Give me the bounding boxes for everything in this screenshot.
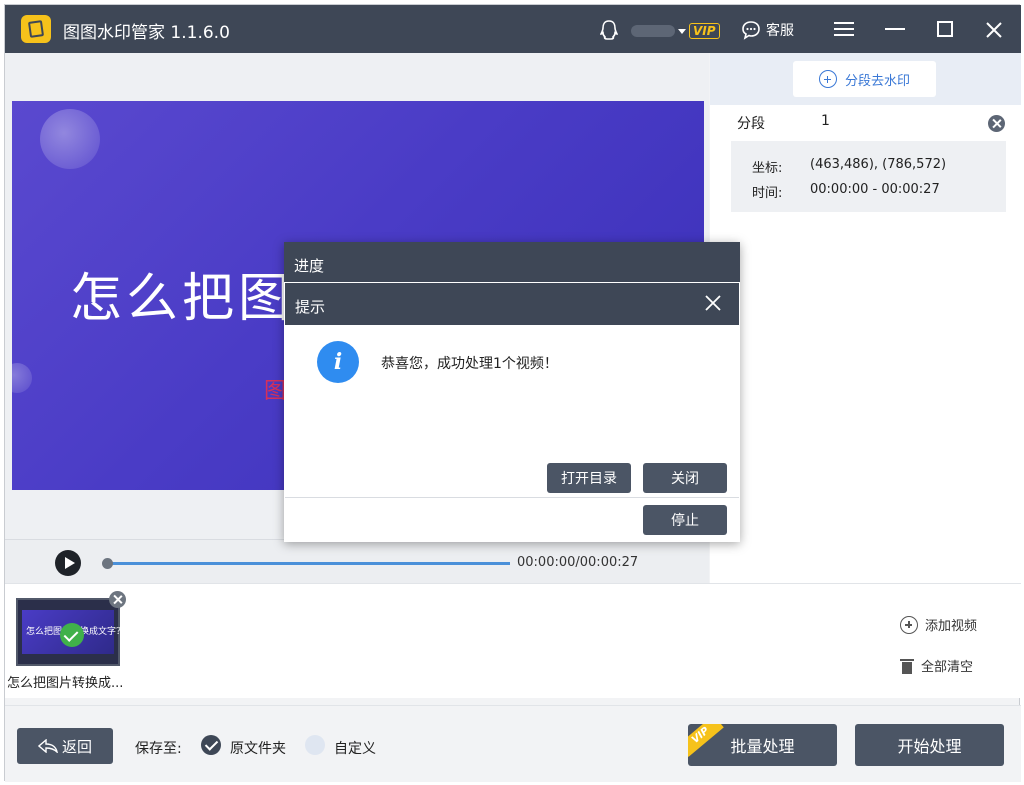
- info-icon: i: [317, 341, 359, 383]
- player-controls: 00:00:00/00:00:27: [5, 539, 709, 585]
- add-video-label: 添加视频: [925, 619, 978, 634]
- coord-value: (463,486), (786,572): [810, 157, 947, 172]
- trash-icon: [900, 658, 914, 674]
- customer-service-button[interactable]: 客服: [741, 19, 794, 41]
- segment-panel-header: 分段去水印: [710, 53, 1021, 105]
- back-arrow-icon: [37, 739, 58, 753]
- time-value: 00:00:00 - 00:00:27: [810, 182, 940, 197]
- remove-segment-icon[interactable]: [988, 115, 1005, 132]
- close-icon[interactable]: [983, 19, 1005, 41]
- time-readout: 00:00:00/00:00:27: [517, 555, 639, 570]
- segment-button-label: 分段去水印: [844, 73, 910, 89]
- add-circle-icon: [818, 70, 837, 88]
- add-video-button[interactable]: 添加视频: [900, 615, 977, 634]
- customer-service-label: 客服: [766, 23, 794, 39]
- bottom-toolbar: 返回 保存至: 原文件夹 自定义 VIP 批量处理 开始处理: [5, 705, 1021, 782]
- user-avatar[interactable]: [631, 25, 675, 37]
- original-folder-radio[interactable]: [201, 735, 221, 755]
- start-process-button[interactable]: 开始处理: [855, 724, 1004, 766]
- segment-label: 分段: [737, 116, 765, 132]
- back-label: 返回: [61, 737, 92, 756]
- original-folder-label[interactable]: 原文件夹: [230, 738, 286, 758]
- tip-dialog: 提示 i 恭喜您，成功处理1个视频！ 打开目录 关闭: [285, 283, 739, 498]
- tip-message: 恭喜您，成功处理1个视频！: [381, 356, 558, 372]
- time-label: 时间:: [752, 186, 783, 201]
- play-button[interactable]: [55, 550, 81, 576]
- remove-video-icon[interactable]: [109, 591, 126, 608]
- vip-ribbon: VIP: [688, 724, 724, 757]
- stop-button[interactable]: 停止: [643, 505, 727, 535]
- app-title: 图图水印管家 1.1.6.0: [63, 18, 230, 43]
- account-dropdown-icon[interactable]: [678, 29, 686, 34]
- app-version: 1.1.6.0: [170, 23, 230, 43]
- segment-number: 1: [821, 113, 830, 129]
- coord-label: 坐标:: [752, 161, 783, 176]
- minimize-icon[interactable]: [885, 28, 905, 30]
- progress-handle[interactable]: [102, 558, 113, 569]
- close-dialog-label: 关闭: [671, 471, 699, 487]
- open-directory-label: 打开目录: [561, 471, 617, 487]
- batch-process-label: 批量处理: [730, 737, 795, 756]
- custom-folder-label[interactable]: 自定义: [334, 738, 376, 758]
- menu-icon[interactable]: [834, 22, 854, 36]
- close-dialog-button[interactable]: 关闭: [643, 463, 727, 493]
- chat-icon: [742, 21, 760, 40]
- decorative-bubble: [40, 109, 100, 169]
- tip-dialog-title: 提示: [285, 283, 739, 325]
- clear-all-label: 全部清空: [921, 660, 974, 675]
- segment-panel: 分段去水印 分段 1 坐标: (463,486), (786,572) 时间: …: [710, 53, 1021, 583]
- vip-badge[interactable]: VIP: [689, 23, 720, 39]
- open-directory-button[interactable]: 打开目录: [547, 463, 631, 493]
- decorative-bubble: [12, 363, 32, 393]
- title-bar: 图图水印管家 1.1.6.0 VIP 客服: [5, 5, 1021, 53]
- app-name: 图图水印管家: [63, 23, 165, 43]
- stop-label: 停止: [671, 513, 699, 529]
- save-to-label: 保存至:: [135, 741, 182, 757]
- maximize-icon[interactable]: [937, 21, 953, 37]
- qq-icon[interactable]: [600, 20, 618, 40]
- segment-remove-watermark-button[interactable]: 分段去水印: [793, 61, 936, 97]
- video-thumbnail[interactable]: 怎么把图片转换成文字?: [16, 598, 121, 666]
- progress-dialog-title: 进度: [284, 242, 740, 282]
- segment-details: 坐标: (463,486), (786,572) 时间: 00:00:00 - …: [731, 141, 1006, 212]
- dialog-close-icon[interactable]: [703, 293, 723, 313]
- video-list: 怎么把图片转换成文字? 怎么把图片转换成... 添加视频 全部清空: [5, 583, 1021, 698]
- check-icon: [60, 623, 84, 647]
- video-headline-text: 怎么把图: [70, 269, 295, 329]
- back-button[interactable]: 返回: [17, 728, 113, 764]
- start-process-label: 开始处理: [897, 737, 962, 756]
- custom-folder-radio[interactable]: [305, 735, 325, 755]
- progress-track[interactable]: [106, 562, 510, 565]
- add-circle-icon: [900, 615, 918, 634]
- video-filename: 怎么把图片转换成...: [7, 676, 124, 691]
- watermark-selection[interactable]: 图: [264, 373, 286, 405]
- batch-process-button[interactable]: VIP 批量处理: [688, 724, 837, 766]
- app-logo-icon: [21, 15, 51, 43]
- clear-all-button[interactable]: 全部清空: [900, 656, 973, 675]
